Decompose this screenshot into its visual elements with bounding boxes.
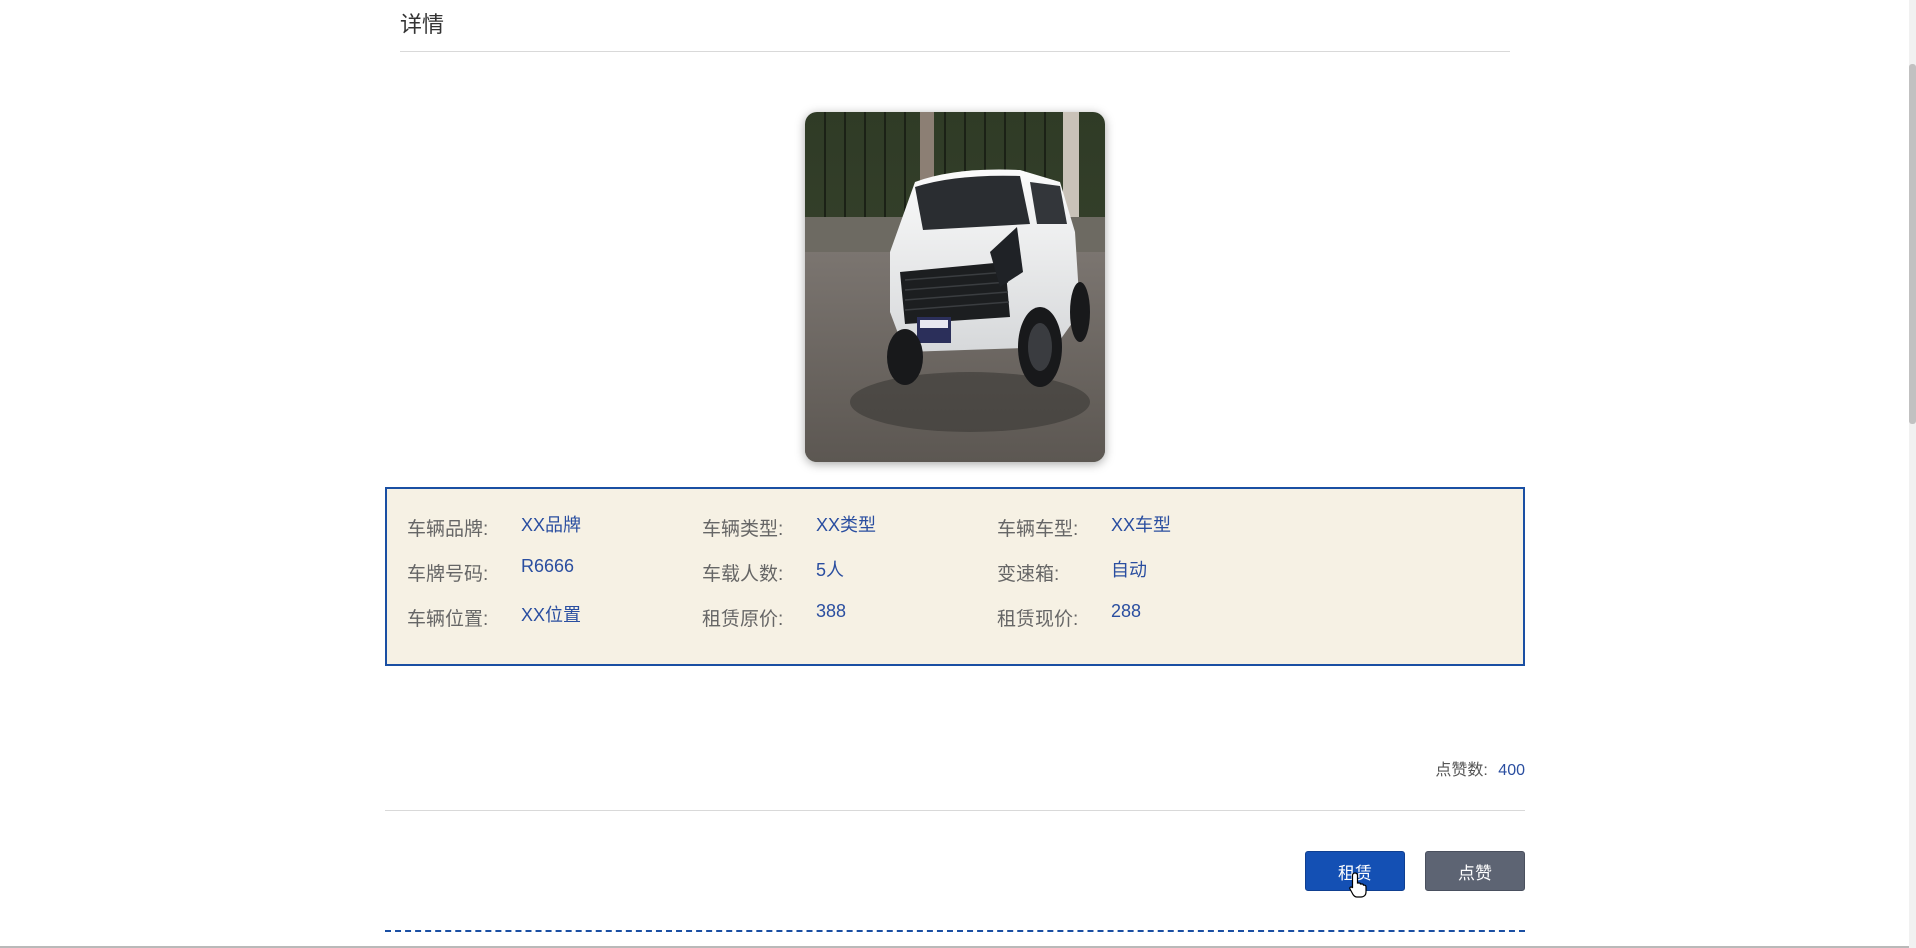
info-label: 车辆车型: (997, 519, 1079, 540)
info-value: XX位置 (521, 605, 582, 625)
info-label: 车辆品牌: (407, 519, 489, 540)
info-label: 车载人数: (702, 564, 784, 585)
vertical-scrollbar[interactable] (1909, 0, 1916, 948)
vehicle-info-panel: 车辆品牌: XX品牌 车辆类型: XX类型 车辆车型: XX车型 车牌号码: R… (385, 487, 1525, 666)
info-label: 租赁原价: (702, 609, 784, 630)
info-label: 租赁现价: (997, 609, 1079, 630)
rent-button[interactable]: 租赁 (1305, 851, 1405, 891)
info-value: 388 (816, 601, 847, 621)
info-value: 5人 (816, 560, 845, 580)
info-value: XX品牌 (521, 515, 582, 535)
page-title: 详情 (400, 12, 445, 37)
info-label: 车辆类型: (702, 519, 784, 540)
info-value: R6666 (521, 556, 575, 576)
car-image (805, 112, 1105, 462)
info-value: 288 (1111, 601, 1142, 621)
detail-content: 详情 车辆品牌: XX品牌 车辆类型: XX类型 车辆车型: XX车型 车牌号码… (385, 0, 1525, 948)
like-button[interactable]: 点赞 (1425, 851, 1525, 891)
car-photo (805, 112, 1105, 462)
info-row: 车牌号码: R6666 车载人数: 5人 变速箱: 自动 (387, 554, 1523, 585)
info-row: 车辆品牌: XX品牌 车辆类型: XX类型 车辆车型: XX车型 (387, 509, 1523, 540)
info-label: 变速箱: (997, 564, 1060, 585)
page: 详情 车辆品牌: XX品牌 车辆类型: XX类型 车辆车型: XX车型 车牌号码… (0, 0, 1916, 948)
info-label: 车辆位置: (407, 609, 489, 630)
likes-label: 点赞数: (1435, 762, 1488, 779)
section-bottom-border (385, 930, 1525, 932)
likes-count: 点赞数: 400 (1435, 756, 1525, 779)
info-row: 车辆位置: XX位置 租赁原价: 388 租赁现价: 288 (387, 599, 1523, 630)
section-header: 详情 (400, 10, 1510, 52)
likes-value: 400 (1498, 762, 1525, 779)
scrollbar-thumb[interactable] (1909, 64, 1916, 424)
divider (385, 810, 1525, 811)
info-value: XX车型 (1111, 515, 1172, 535)
info-label: 车牌号码: (407, 564, 489, 585)
info-value: 自动 (1111, 560, 1147, 580)
info-value: XX类型 (816, 515, 877, 535)
